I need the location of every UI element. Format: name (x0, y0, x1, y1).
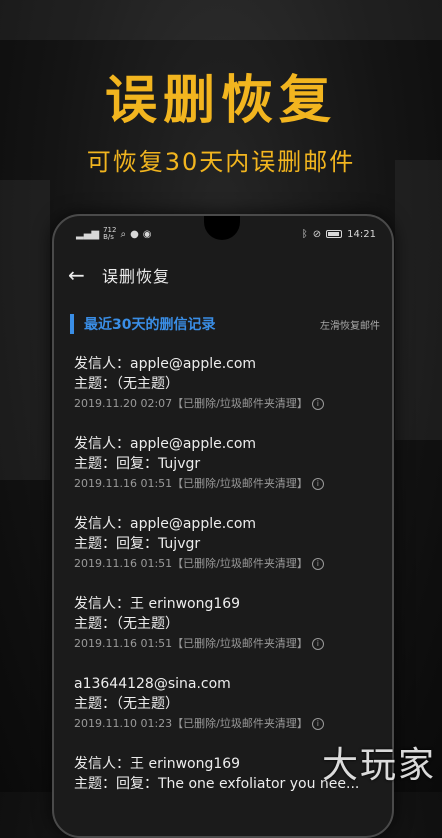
app-icon: ◉ (142, 228, 152, 240)
section-header: 最近30天的删信记录 左滑恢复邮件 (70, 312, 380, 336)
status-time: 14:21 (347, 228, 376, 240)
app-title: 误删恢复 (102, 267, 171, 286)
mail-subject: 主题：（无主题） (74, 616, 179, 632)
promo-subheadline: 可恢复30天内误删邮件 (86, 148, 356, 176)
info-icon[interactable]: i (311, 638, 324, 650)
battery-icon (326, 230, 343, 238)
notification-icon: ● (130, 228, 139, 240)
mail-subject: 主题：回复：Tujvgr (74, 536, 201, 552)
section-accent-bar (70, 314, 74, 334)
watermark-logo: 大玩家 (321, 745, 436, 786)
mail-sender: a13644128@sina.com (74, 676, 231, 692)
promo-headline: 误删恢复 (104, 71, 337, 131)
list-item[interactable]: 发信人：王 erinwong169 主题：（无主题） 2019.11.16 01… (74, 594, 382, 674)
info-icon[interactable]: i (311, 558, 324, 570)
info-icon[interactable]: i (311, 718, 324, 730)
list-item[interactable]: 发信人：apple@apple.com 主题：（无主题） 2019.11.20 … (74, 354, 382, 434)
background-texture (0, 180, 50, 480)
mail-sender: 发信人：apple@apple.com (74, 436, 257, 452)
mail-sender: 发信人：apple@apple.com (74, 356, 257, 372)
background-texture (0, 0, 442, 40)
list-item[interactable]: 发信人：apple@apple.com 主题：回复：Tujvgr 2019.11… (74, 434, 382, 514)
bluetooth-icon: ᛒ (301, 228, 308, 240)
arrow-left-icon[interactable]: ← (68, 263, 102, 287)
mail-subject: 主题：（无主题） (74, 376, 179, 392)
background-texture (395, 160, 442, 440)
signal-icon: ▂▄▆ (76, 228, 100, 240)
status-bar: ▂▄▆ 712 B/s ⌕ ● ◉ ᛒ ⊘ 14:21 (76, 224, 376, 244)
network-speed: 712 B/s (103, 226, 117, 241)
mail-meta: 2019.11.16 01:51【已删除/垃圾邮件夹清理】 (74, 557, 308, 570)
list-item[interactable]: 发信人：apple@apple.com 主题：回复：Tujvgr 2019.11… (74, 514, 382, 594)
mail-meta: 2019.11.16 01:51【已删除/垃圾邮件夹清理】 (74, 477, 308, 490)
search-icon: ⌕ (120, 228, 127, 240)
section-title: 最近30天的删信记录 (84, 317, 216, 333)
swipe-restore-hint: 左滑恢复邮件 (320, 320, 380, 332)
info-icon[interactable]: i (311, 398, 324, 410)
mail-subject: 主题：回复：Tujvgr (74, 456, 201, 472)
mail-subject: 主题：（无主题） (74, 696, 179, 712)
mail-meta: 2019.11.20 02:07【已删除/垃圾邮件夹清理】 (74, 397, 308, 410)
mail-meta: 2019.11.16 01:51【已删除/垃圾邮件夹清理】 (74, 637, 308, 650)
mail-sender: 发信人：apple@apple.com (74, 516, 257, 532)
mail-meta: 2019.11.10 01:23【已删除/垃圾邮件夹清理】 (74, 717, 308, 730)
mail-sender: 发信人：王 erinwong169 (74, 596, 241, 612)
mute-icon: ⊘ (312, 228, 322, 240)
app-bar: ← 误删恢复 (54, 258, 392, 292)
info-icon[interactable]: i (311, 478, 324, 490)
